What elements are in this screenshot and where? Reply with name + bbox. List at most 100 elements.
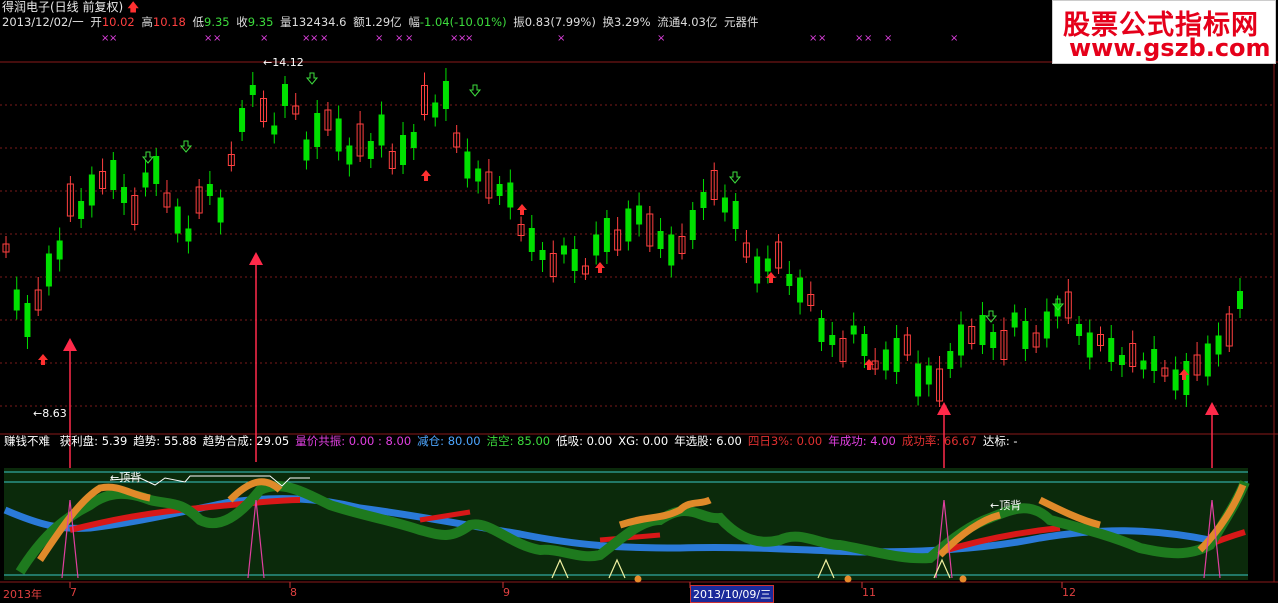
candle-body <box>603 218 610 252</box>
amp-value: 0.83(7.99%) <box>524 15 596 29</box>
axis-label-cursor-date[interactable]: 2013/10/09/三 <box>690 585 775 603</box>
candle-body <box>239 108 246 132</box>
candle-body <box>153 156 160 184</box>
candle-body <box>185 228 192 242</box>
close-value: 9.35 <box>247 15 274 29</box>
candle-body <box>657 231 664 249</box>
vol-value: 132434.6 <box>291 15 347 29</box>
signal-x-mark: × <box>395 33 403 44</box>
signal-x-mark: × <box>657 33 665 44</box>
indicator-item-label: 减仓: <box>417 434 448 448</box>
chg-value: -1.04(-10.01%) <box>419 15 507 29</box>
candle-body <box>45 253 52 287</box>
buy-arrow-icon <box>517 204 527 215</box>
turn-label: 换 <box>602 15 615 29</box>
candle-body <box>110 160 117 190</box>
big-buy-arrow-icon <box>249 252 263 265</box>
indicator-item: 成功率: 66.67 <box>902 434 977 448</box>
candle-body <box>88 174 95 206</box>
candle-body <box>206 184 213 196</box>
candle-body <box>1215 335 1222 355</box>
candle-body <box>861 334 868 356</box>
candle-body <box>700 192 707 208</box>
high-value: 10.18 <box>152 15 186 29</box>
indicator-bar: 赚钱不难 获利盘: 5.39 趋势: 55.88 趋势合成: 29.05 量价共振: … <box>4 434 1024 449</box>
candle-body <box>1172 369 1179 391</box>
indicator-item-value: 66.67 <box>943 434 977 448</box>
indicator-item-label: 低吸: <box>556 434 587 448</box>
low-annotation: ←8.63 <box>33 407 67 420</box>
candle-body <box>1151 349 1158 371</box>
indicator-item-label: 获利盘: <box>59 434 102 448</box>
indicator-item-value: 0.00 <box>642 434 669 448</box>
amt-label: 额 <box>353 15 365 29</box>
candle-body <box>571 249 578 271</box>
candle-body <box>400 135 407 165</box>
signal-dot <box>959 575 967 583</box>
signal-dot <box>844 575 852 583</box>
candle-body <box>217 197 224 223</box>
amt-value: 1.29亿 <box>364 15 402 29</box>
indicator-item-value: 5.39 <box>101 434 128 448</box>
signal-x-mark: × <box>310 33 318 44</box>
indicator-item: 洁空: 85.00 <box>487 434 550 448</box>
candle-body <box>24 303 31 337</box>
candle-body <box>1076 324 1083 336</box>
candle-body <box>314 113 321 147</box>
candle-body <box>1022 321 1029 349</box>
indicator-name: 赚钱不难 <box>4 434 50 448</box>
vol-label: 量 <box>280 15 292 29</box>
candle-body <box>754 256 761 284</box>
signal-x-mark: × <box>213 33 221 44</box>
candle-body <box>850 325 857 335</box>
candle-body <box>335 118 342 152</box>
candle-body <box>625 208 632 242</box>
candle-body <box>442 81 449 109</box>
price-chart[interactable]: × × × × × × × × × × × × ×× × × × × × × × × <box>0 0 1278 600</box>
candle-body <box>346 145 353 165</box>
top-divergence-label-2: ←顶背 <box>990 499 1022 512</box>
candle-body <box>1140 360 1147 370</box>
indicator-item: 低吸: 0.00 <box>556 434 612 448</box>
candle-body <box>367 141 374 159</box>
indicator-item-value: 0.00 <box>796 434 823 448</box>
candle-body <box>979 315 986 345</box>
close-label: 收 <box>236 15 248 29</box>
indicator-item: 年成功: 4.00 <box>828 434 896 448</box>
signal-x-mark: × <box>465 33 473 44</box>
high-label: 高 <box>141 15 153 29</box>
candle-body <box>121 187 128 203</box>
candle-body <box>249 85 256 95</box>
open-label: 开 <box>90 15 102 29</box>
top-divergence-label-1: ←顶背 <box>110 471 142 484</box>
candle-body <box>818 318 825 342</box>
candle-body <box>636 205 643 225</box>
sell-arrow-icon <box>179 140 193 153</box>
candle-body <box>560 245 567 255</box>
axis-label-jul: 7 <box>70 586 77 599</box>
quote-date: 2013/12/02/一 <box>2 15 84 29</box>
sell-arrow-icon <box>141 151 155 164</box>
candle-body <box>507 182 514 208</box>
signal-x-mark: × <box>320 33 328 44</box>
candle-body <box>174 206 181 234</box>
indicator-item-value: 85.00 <box>517 434 551 448</box>
candle-body <box>496 184 503 196</box>
chg-label: 幅 <box>408 15 420 29</box>
indicator-item: 减仓: 80.00 <box>417 434 480 448</box>
candle-body <box>990 332 997 348</box>
chart-title: 得润电子(日线 前复权) 🡅 <box>2 0 139 15</box>
indicator-item-label: 趋势: <box>133 434 164 448</box>
candle-body <box>925 365 932 385</box>
indicator-item-value: - <box>1013 434 1018 448</box>
signal-x-mark: × <box>864 33 872 44</box>
candle-body <box>464 151 471 179</box>
float-label: 流通 <box>657 15 681 29</box>
indicator-item-label: 达标: <box>982 434 1014 448</box>
candle-body <box>958 324 965 356</box>
candle-body <box>689 210 696 240</box>
big-buy-arrow-icon <box>1205 402 1219 415</box>
candle-body <box>1011 312 1018 328</box>
signal-x-mark: × <box>109 33 117 44</box>
signal-x-mark: × <box>884 33 892 44</box>
